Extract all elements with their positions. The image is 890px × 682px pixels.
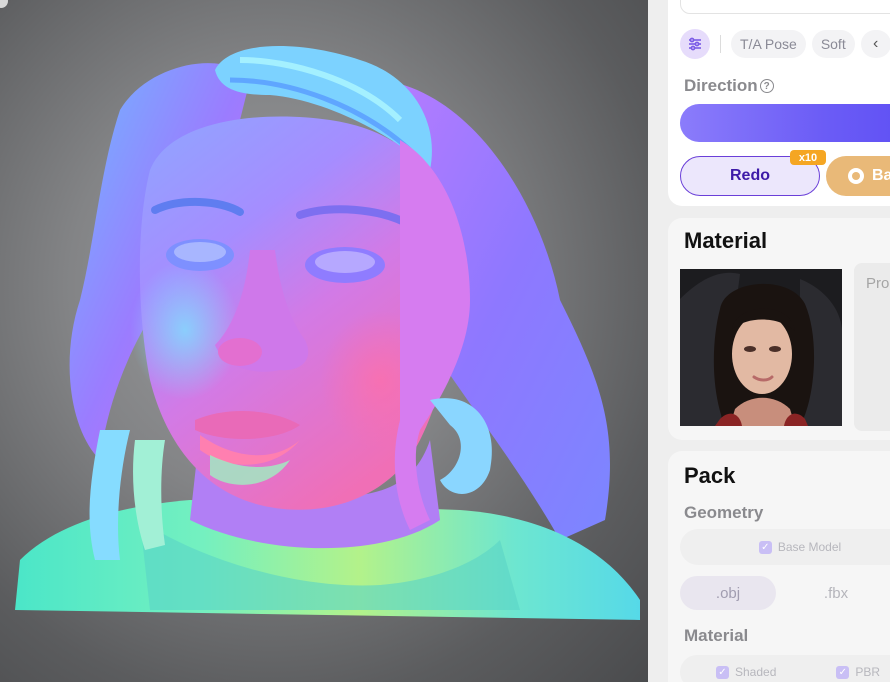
format-obj[interactable]: .obj (680, 576, 776, 610)
prompt-input-top[interactable] (680, 0, 890, 14)
pack-material-label: Material (684, 626, 749, 645)
direction-button[interactable] (680, 104, 890, 142)
direction-label: Direction ? (684, 76, 774, 96)
chevron-left-icon[interactable]: ‹ (860, 30, 890, 58)
sliders-icon[interactable] (680, 29, 710, 59)
reference-photo[interactable] (680, 269, 842, 426)
material-title: Material (684, 228, 768, 253)
option-pbr[interactable]: ✓ PBR (836, 665, 880, 679)
normal-map-bust-render (15, 46, 640, 620)
shaded-label: Shaded (735, 665, 777, 679)
format-fbx[interactable]: .fbx (788, 576, 884, 610)
base-model-option[interactable]: ✓ Base Model (680, 529, 890, 565)
option-chip-row: T/A Pose Soft ‹ (680, 28, 890, 60)
redo-cost-badge: x10 (790, 150, 826, 165)
material-card: Material Pro (668, 218, 890, 440)
bake-button[interactable]: Ba (826, 156, 890, 196)
material-options-row: ✓ Shaded ✓ PBR (680, 655, 890, 682)
question-circle-icon[interactable]: ? (759, 79, 774, 93)
checkbox-checked-icon[interactable]: ✓ (758, 540, 772, 554)
pack-title: Pack (684, 463, 736, 488)
chip-ta-pose[interactable]: T/A Pose (731, 30, 806, 58)
checkbox-checked-icon[interactable]: ✓ (836, 665, 850, 679)
base-model-label: Base Model (777, 540, 842, 554)
material-prompt-input[interactable]: Pro (854, 263, 890, 431)
geometry-label: Geometry (684, 503, 764, 522)
portrait-thumbnail (680, 269, 842, 426)
checkbox-checked-icon[interactable]: ✓ (716, 665, 729, 679)
format-selector: .obj .fbx (680, 575, 890, 611)
option-shaded[interactable]: ✓ Shaded (716, 665, 776, 679)
chip-soft[interactable]: Soft (811, 30, 855, 58)
paint-splash-icon (848, 168, 864, 184)
pack-card: Pack Geometry ✓ Base Model .obj .fbx Mat… (668, 451, 890, 682)
bake-button-label: Ba (872, 167, 890, 184)
chip-separator (720, 35, 721, 53)
3d-viewport[interactable] (0, 0, 648, 682)
generation-card: T/A Pose Soft ‹ Direction ? Redo x10 Ba (668, 0, 890, 206)
pbr-label: PBR (855, 665, 881, 679)
side-panel: T/A Pose Soft ‹ Direction ? Redo x10 Ba … (648, 0, 890, 682)
